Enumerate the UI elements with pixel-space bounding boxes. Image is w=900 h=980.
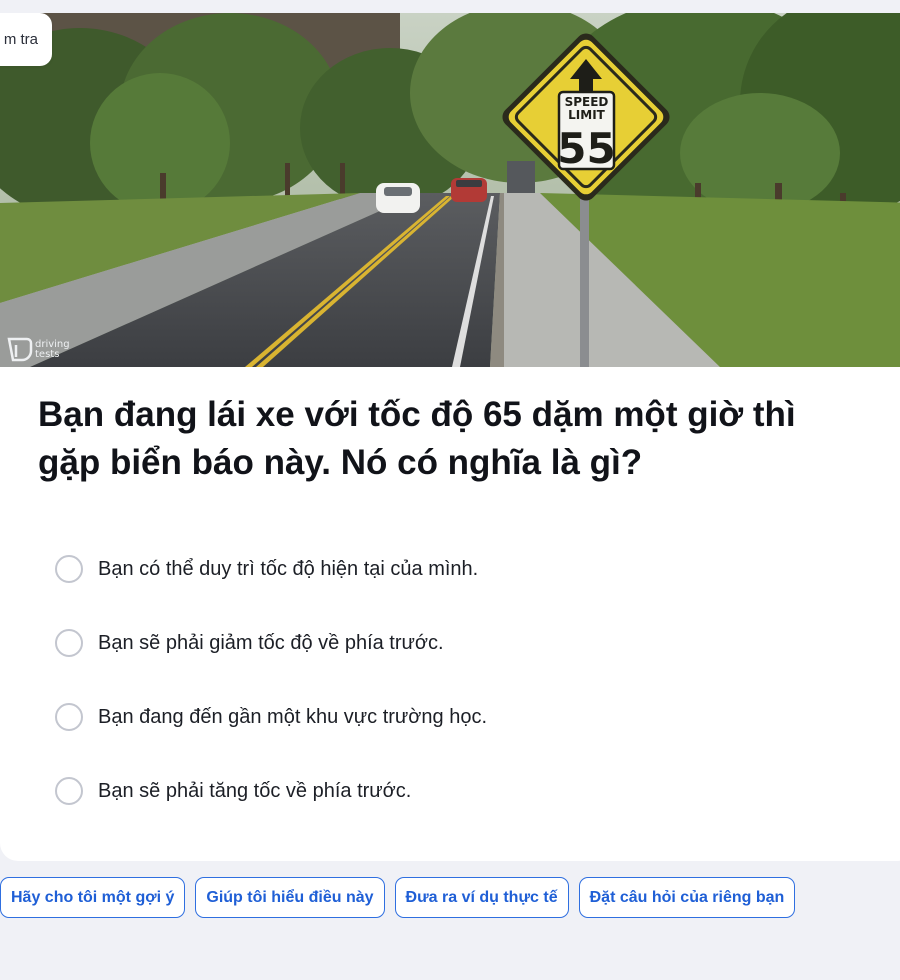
badge-label: m tra	[3, 31, 38, 48]
answer-label: Bạn sẽ phải tăng tốc về phía trước.	[98, 779, 412, 802]
answer-option[interactable]: Bạn sẽ phải giảm tốc độ về phía trước.	[55, 606, 855, 680]
answer-options: Bạn có thể duy trì tốc độ hiện tại của m…	[55, 532, 855, 828]
radio-button[interactable]	[55, 777, 83, 805]
radio-button[interactable]	[55, 555, 83, 583]
ask-own-question-button[interactable]: Đặt câu hỏi của riêng bạn	[578, 877, 796, 918]
radio-button[interactable]	[55, 703, 83, 731]
sign-number: 55	[557, 124, 615, 173]
explain-button[interactable]: Giúp tôi hiểu điều này	[195, 877, 385, 918]
sign-line-1: SPEED	[565, 95, 609, 109]
question-card: SPEED LIMIT 55 driving tests m tra Bạn đ…	[0, 13, 900, 861]
ai-suggestions: Hãy cho tôi một gợi ý Giúp tôi hiểu điều…	[0, 877, 805, 918]
question-text: Bạn đang lái xe với tốc độ 65 dặm một gi…	[38, 395, 796, 482]
watermark-line-2: tests	[35, 349, 59, 360]
question-image: SPEED LIMIT 55 driving tests m tra	[0, 13, 900, 367]
answer-label: Bạn sẽ phải giảm tốc độ về phía trước.	[98, 631, 444, 654]
answer-label: Bạn đang đến gần một khu vực trường học.	[98, 705, 488, 728]
answer-option[interactable]: Bạn đang đến gần một khu vực trường học.	[55, 680, 855, 754]
example-button[interactable]: Đưa ra ví dụ thực tế	[394, 877, 569, 918]
radio-button[interactable]	[55, 629, 83, 657]
answer-label: Bạn có thể duy trì tốc độ hiện tại của m…	[98, 557, 479, 580]
hint-button[interactable]: Hãy cho tôi một gợi ý	[0, 877, 186, 918]
answer-option[interactable]: Bạn sẽ phải tăng tốc về phía trước.	[55, 754, 855, 828]
answer-option[interactable]: Bạn có thể duy trì tốc độ hiện tại của m…	[55, 532, 855, 606]
sign-line-2: LIMIT	[568, 108, 606, 122]
header-badge[interactable]: m tra	[0, 13, 52, 66]
